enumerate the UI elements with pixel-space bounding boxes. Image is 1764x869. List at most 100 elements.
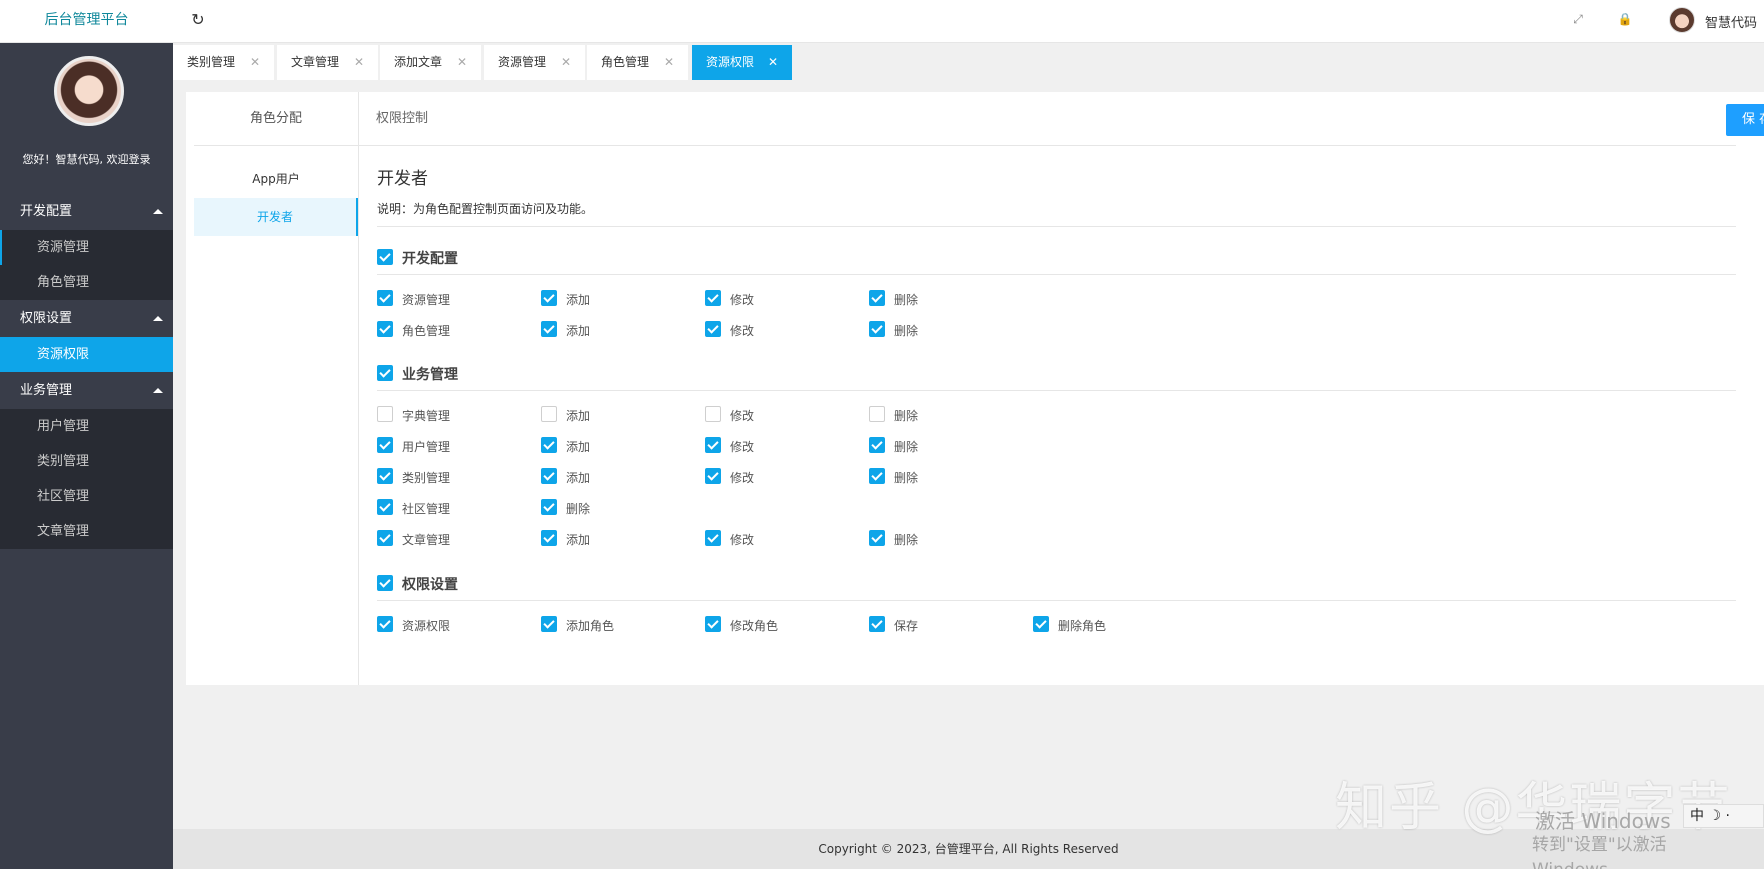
tab-label: 类别管理 bbox=[187, 55, 236, 69]
fullscreen-icon[interactable]: ⤢ bbox=[1568, 12, 1588, 30]
sidebar-item-role[interactable]: 角色管理 bbox=[0, 265, 173, 300]
ime-toolbar[interactable]: 中 ☽ · bbox=[1683, 804, 1764, 828]
permission-checkbox[interactable] bbox=[1033, 616, 1049, 632]
divider bbox=[358, 145, 1736, 146]
close-icon[interactable]: ✕ bbox=[561, 45, 571, 80]
close-icon[interactable]: ✕ bbox=[354, 45, 364, 80]
sidebar-item-article[interactable]: 文章管理 bbox=[0, 514, 173, 549]
close-icon[interactable]: ✕ bbox=[457, 45, 467, 80]
app-title: 后台管理平台 bbox=[44, 12, 129, 28]
permission-checkbox[interactable] bbox=[869, 530, 885, 546]
avatar[interactable] bbox=[1669, 7, 1695, 33]
permission-checkbox[interactable] bbox=[541, 406, 557, 422]
sidebar-group-dev[interactable]: 开发配置 bbox=[0, 193, 173, 230]
permission-checkbox[interactable] bbox=[377, 530, 393, 546]
sidebar-menu: 开发配置 资源管理 角色管理 权限设置 资源权限 业务管理 用户管理 类别管理 … bbox=[0, 193, 173, 549]
role-assign-header: 角色分配 bbox=[249, 111, 302, 126]
permission-label: 删除 bbox=[894, 293, 919, 307]
sidebar-item-category[interactable]: 类别管理 bbox=[0, 444, 173, 479]
username[interactable]: 智慧代码 bbox=[1705, 12, 1757, 31]
permission-label: 社区管理 bbox=[402, 502, 451, 516]
permission-label: 删除 bbox=[566, 502, 591, 516]
tab-resource[interactable]: 资源管理 ✕ bbox=[484, 45, 585, 80]
permission-checkbox[interactable] bbox=[377, 437, 393, 453]
permission-label: 删除 bbox=[894, 324, 919, 338]
sidebar-group-business[interactable]: 业务管理 bbox=[0, 372, 173, 409]
tab-article[interactable]: 文章管理 ✕ bbox=[277, 45, 378, 80]
permission-checkbox[interactable] bbox=[705, 321, 721, 337]
permission-control-header: 权限控制 bbox=[376, 111, 429, 126]
permission-checkbox[interactable] bbox=[541, 499, 557, 515]
permission-label: 修改角色 bbox=[730, 619, 779, 633]
permission-label: 资源管理 bbox=[402, 293, 451, 307]
lock-icon[interactable]: 🔒 bbox=[1615, 12, 1635, 30]
permission-checkbox[interactable] bbox=[541, 468, 557, 484]
role-list: App用户 开发者 bbox=[194, 145, 358, 685]
permission-label: 用户管理 bbox=[402, 440, 451, 454]
group-label: 开发配置 bbox=[402, 251, 458, 267]
permission-checkbox[interactable] bbox=[705, 616, 721, 632]
permission-checkbox[interactable] bbox=[541, 437, 557, 453]
sidebar-group-label: 业务管理 bbox=[20, 383, 73, 398]
permission-checkbox[interactable] bbox=[377, 290, 393, 306]
permission-checkbox[interactable] bbox=[377, 499, 393, 515]
role-item-app-user[interactable]: App用户 bbox=[194, 160, 358, 198]
sidebar-item-resource[interactable]: 资源管理 bbox=[0, 230, 173, 265]
permission-checkbox[interactable] bbox=[377, 468, 393, 484]
permission-label: 类别管理 bbox=[402, 471, 451, 485]
tab-bar: 类别管理 ✕ 文章管理 ✕ 添加文章 ✕ 资源管理 ✕ 角色管理 ✕ 资源权限 ✕ bbox=[173, 43, 1764, 80]
tab-label: 资源权限 bbox=[706, 55, 755, 69]
save-button[interactable]: 保 存 bbox=[1726, 104, 1764, 136]
group-checkbox[interactable] bbox=[377, 249, 393, 265]
permission-checkbox[interactable] bbox=[541, 321, 557, 337]
caret-up-icon bbox=[153, 388, 163, 393]
tab-category[interactable]: 类别管理 ✕ bbox=[173, 45, 274, 80]
tab-resource-permission[interactable]: 资源权限 ✕ bbox=[692, 45, 792, 80]
permission-checkbox[interactable] bbox=[869, 437, 885, 453]
sidebar-item-users[interactable]: 用户管理 bbox=[0, 409, 173, 444]
group-checkbox[interactable] bbox=[377, 575, 393, 591]
permission-checkbox[interactable] bbox=[705, 530, 721, 546]
divider bbox=[377, 390, 1736, 391]
permission-checkbox[interactable] bbox=[705, 406, 721, 422]
close-icon[interactable]: ✕ bbox=[768, 45, 778, 80]
sidebar-group-permission[interactable]: 权限设置 bbox=[0, 300, 173, 337]
permission-checkbox[interactable] bbox=[705, 468, 721, 484]
tab-add-article[interactable]: 添加文章 ✕ bbox=[380, 45, 481, 80]
permission-label: 修改 bbox=[730, 440, 755, 454]
permission-label: 保存 bbox=[894, 619, 919, 633]
activate-windows-hint: 转到"设置"以激活 Windows。 bbox=[1532, 835, 1667, 869]
sidebar-item-community[interactable]: 社区管理 bbox=[0, 479, 173, 514]
permission-checkbox[interactable] bbox=[541, 616, 557, 632]
permission-checkbox[interactable] bbox=[705, 437, 721, 453]
permission-checkbox[interactable] bbox=[377, 616, 393, 632]
group-checkbox[interactable] bbox=[377, 365, 393, 381]
permission-checkbox[interactable] bbox=[541, 290, 557, 306]
permission-checkbox[interactable] bbox=[377, 406, 393, 422]
role-item-developer[interactable]: 开发者 bbox=[194, 198, 358, 236]
group-label: 业务管理 bbox=[402, 367, 458, 383]
divider bbox=[358, 92, 359, 685]
permission-checkbox[interactable] bbox=[869, 406, 885, 422]
permission-checkbox[interactable] bbox=[869, 321, 885, 337]
permission-label: 删除 bbox=[894, 409, 919, 423]
tab-label: 角色管理 bbox=[601, 55, 650, 69]
permission-checkbox[interactable] bbox=[377, 321, 393, 337]
role-description: 说明：为角色配置控制页面访问及功能。 bbox=[377, 202, 594, 216]
permission-checkbox[interactable] bbox=[869, 468, 885, 484]
tab-role[interactable]: 角色管理 ✕ bbox=[587, 45, 688, 80]
close-icon[interactable]: ✕ bbox=[664, 45, 674, 80]
permission-checkbox[interactable] bbox=[869, 616, 885, 632]
greeting-text: 您好！智慧代码, 欢迎登录 bbox=[22, 153, 151, 166]
close-icon[interactable]: ✕ bbox=[250, 45, 260, 80]
group-label: 权限设置 bbox=[402, 577, 458, 593]
permission-label: 删除 bbox=[894, 440, 919, 454]
divider bbox=[377, 274, 1736, 275]
refresh-icon[interactable]: ↻ bbox=[188, 11, 208, 31]
permission-checkbox[interactable] bbox=[869, 290, 885, 306]
permission-checkbox[interactable] bbox=[705, 290, 721, 306]
sidebar-item-resource-permission[interactable]: 资源权限 bbox=[0, 337, 173, 372]
permission-label: 字典管理 bbox=[402, 409, 451, 423]
permission-checkbox[interactable] bbox=[541, 530, 557, 546]
permission-label: 删除 bbox=[894, 471, 919, 485]
